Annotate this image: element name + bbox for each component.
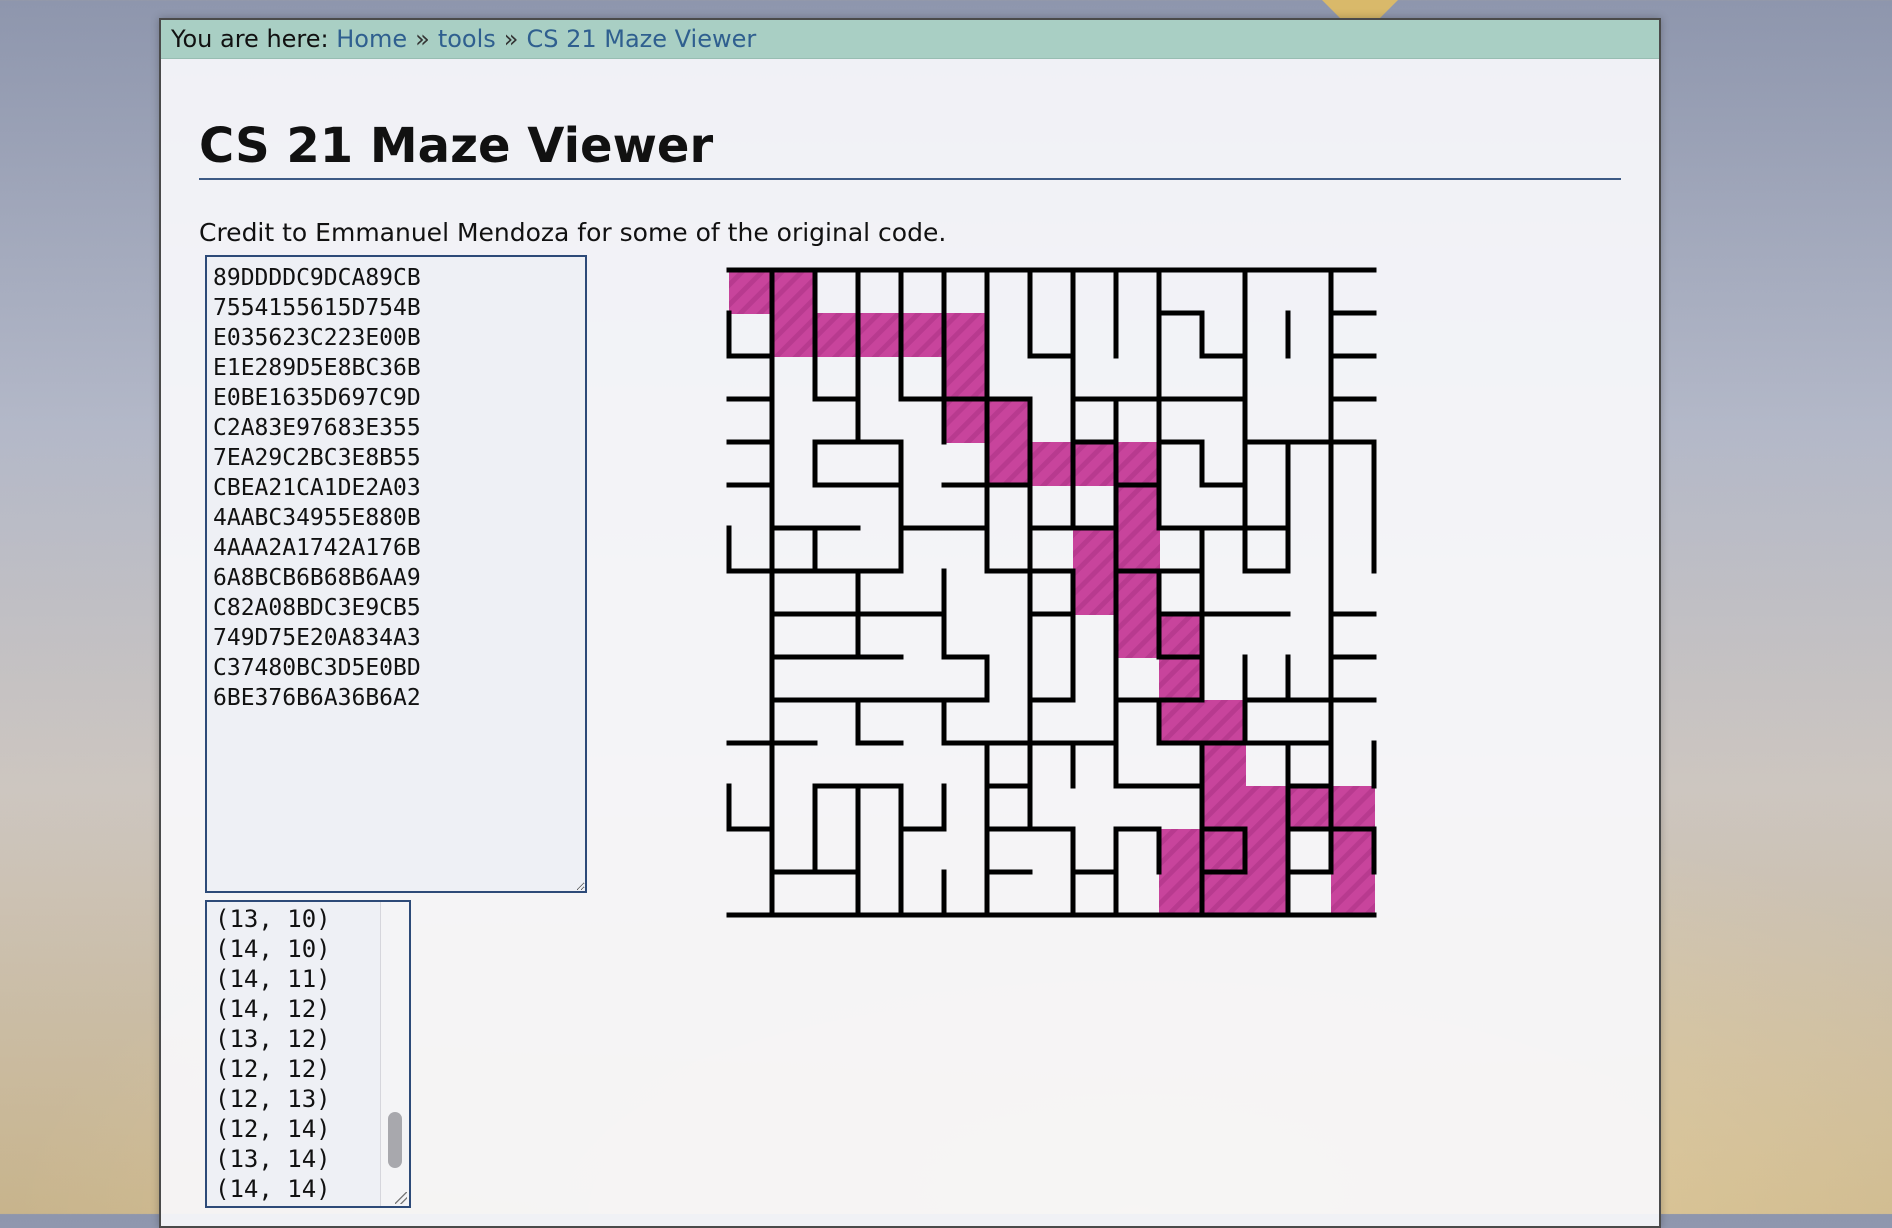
path-cell (1116, 614, 1160, 658)
path-cell (772, 313, 816, 357)
path-cell (1073, 571, 1117, 615)
path-cell (1245, 786, 1289, 830)
path-cell (1159, 614, 1203, 658)
path-cell (944, 356, 988, 400)
maze-display (721, 250, 1511, 1050)
breadcrumb-tools-link[interactable]: tools (438, 25, 496, 53)
path-cell (815, 313, 859, 357)
path-coordinate: (13, 14) (215, 1145, 331, 1173)
path-coordinate: (12, 12) (215, 1055, 331, 1083)
path-cell (901, 313, 945, 357)
path-cell (1073, 442, 1117, 486)
path-coordinate: (12, 13) (215, 1085, 331, 1113)
path-cell (1331, 786, 1375, 830)
solution-path-list: (13, 10) (14, 10) (14, 11) (14, 12) (13, 12)… (215, 904, 331, 1204)
breadcrumb-home-link[interactable]: Home (336, 25, 407, 53)
path-cell (1116, 485, 1160, 529)
path-cell (944, 313, 988, 357)
resize-grip-icon[interactable] (395, 1192, 407, 1204)
breadcrumb: You are here: Home» tools» CS 21 Maze View… (161, 20, 1659, 59)
path-cell (1073, 528, 1117, 572)
solution-path-output[interactable]: (13, 10) (14, 10) (14, 11) (14, 12) (13, 12)… (205, 900, 411, 1208)
path-cell (1245, 829, 1289, 873)
path-coordinate: (14, 10) (215, 935, 331, 963)
path-coordinate: (14, 14) (215, 1175, 331, 1203)
path-cell (1202, 743, 1246, 787)
breadcrumb-separator: » (415, 25, 430, 53)
maze-hex-input[interactable] (205, 255, 587, 893)
path-cell (729, 270, 773, 314)
path-coordinate: (12, 14) (215, 1115, 331, 1143)
path-cell (1288, 786, 1332, 830)
path-cell (987, 399, 1031, 443)
path-cell (1331, 872, 1375, 916)
path-cell (944, 399, 988, 443)
path-cell (1331, 829, 1375, 873)
path-cell (1159, 829, 1203, 873)
path-scroll-thumb[interactable] (388, 1112, 402, 1168)
content-panel: You are here: Home» tools» CS 21 Maze View… (159, 18, 1661, 1228)
path-coordinate: (14, 11) (215, 965, 331, 993)
path-cell (1116, 571, 1160, 615)
path-cell (772, 270, 816, 314)
page-title: CS 21 Maze Viewer (199, 118, 1621, 180)
path-cell (1116, 442, 1160, 486)
path-coordinate: (13, 10) (215, 905, 331, 933)
path-cell (1245, 872, 1289, 916)
path-cell (1030, 442, 1074, 486)
credit-text: Credit to Emmanuel Mendoza for some of t… (199, 218, 947, 247)
path-cell (1202, 872, 1246, 916)
path-coordinate: (14, 12) (215, 995, 331, 1023)
path-cell (1159, 700, 1203, 744)
path-cell (987, 442, 1031, 486)
path-cell (1159, 657, 1203, 701)
path-cell (1202, 786, 1246, 830)
path-cell (858, 313, 902, 357)
path-scrollbar[interactable] (380, 902, 409, 1206)
path-cell (1159, 872, 1203, 916)
solution-path-cells (729, 270, 1375, 916)
path-coordinate: (13, 12) (215, 1025, 331, 1053)
breadcrumb-separator: » (503, 25, 519, 53)
maze-canvas (726, 267, 1377, 918)
breadcrumb-current-page-link[interactable]: CS 21 Maze Viewer (526, 25, 756, 53)
path-cell (1202, 700, 1246, 744)
breadcrumb-prefix: You are here: (171, 25, 329, 53)
path-cell (1202, 829, 1246, 873)
path-cell (1116, 528, 1160, 572)
